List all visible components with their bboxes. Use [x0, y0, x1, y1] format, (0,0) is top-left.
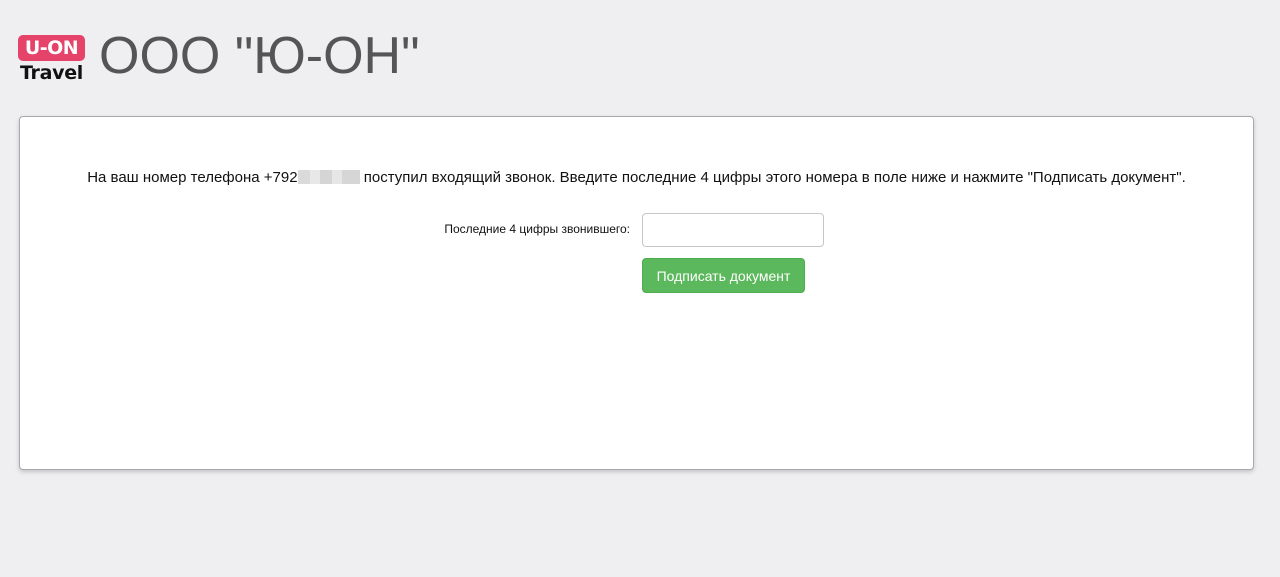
- masked-phone-digits: [297, 170, 360, 184]
- instruction-text-end: поступил входящий звонок. Введите послед…: [359, 169, 1186, 186]
- logo-bottom-text: Travel: [19, 62, 84, 84]
- signature-card: На ваш номер телефона +792 поступил вход…: [19, 116, 1254, 470]
- logo-top-text: U-ON: [18, 35, 85, 61]
- uon-travel-logo: U-ON Travel: [18, 29, 85, 85]
- last-four-digits-input[interactable]: [642, 213, 824, 247]
- sign-document-button[interactable]: Подписать документ: [642, 258, 805, 293]
- company-name: ООО "Ю-ОН": [99, 27, 420, 85]
- page-header: U-ON Travel ООО "Ю-ОН": [18, 22, 420, 92]
- call-instruction-text: На ваш номер телефона +792 поступил вход…: [20, 169, 1253, 186]
- digits-form-row: Последние 4 цифры звонившего:: [20, 213, 1253, 249]
- digits-field-label: Последние 4 цифры звонившего:: [444, 222, 630, 236]
- instruction-text-start: На ваш номер телефона +792: [87, 169, 298, 186]
